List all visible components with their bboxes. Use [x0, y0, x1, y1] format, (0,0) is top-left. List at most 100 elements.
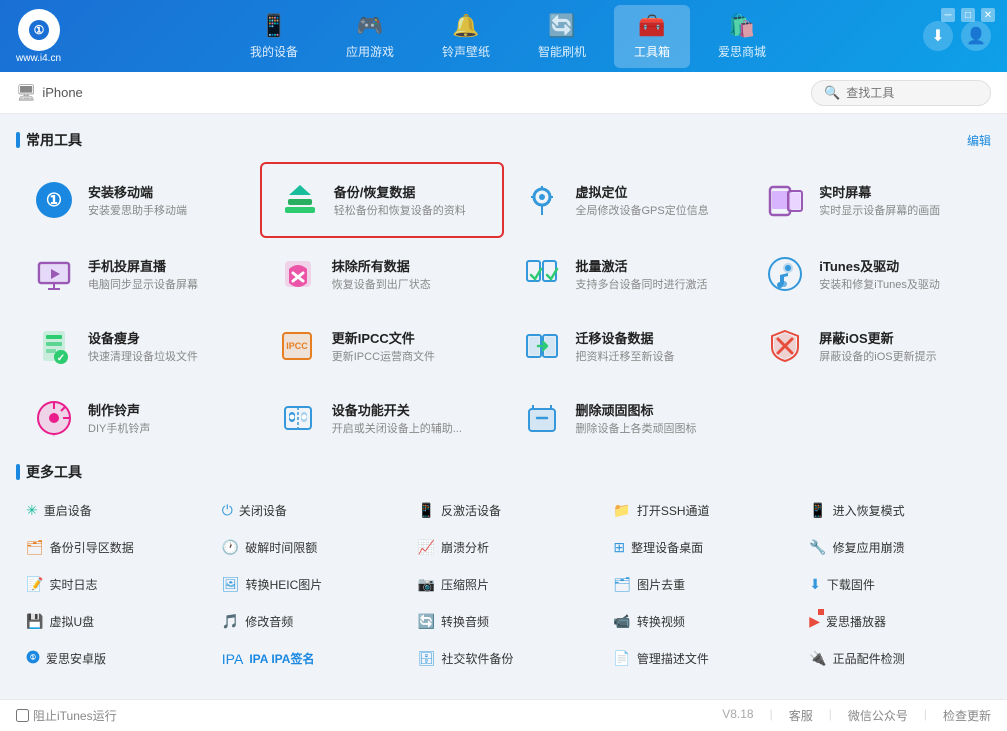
more-tool-dedup[interactable]: 🗂 图片去重	[603, 568, 795, 601]
itunes-checkbox-area[interactable]: 阻止iTunes运行	[16, 707, 117, 724]
tool-slim[interactable]: ✓ 设备瘦身 快速清理设备垃圾文件	[16, 310, 260, 382]
more-tool-profile[interactable]: 📄 管理描述文件	[603, 642, 795, 675]
app-header: ─ □ ✕ ① www.i4.cn 📱 我的设备 🎮 应用游戏	[0, 0, 1007, 72]
more-tool-heic[interactable]: 🖼 转换HEIC图片	[212, 568, 404, 601]
more-tool-break-time[interactable]: 🕐 破解时间限额	[212, 531, 404, 564]
nav-store-icon: 🛍️	[728, 13, 755, 39]
ssh-label: 打开SSH通道	[637, 502, 710, 519]
tool-shield[interactable]: 屏蔽iOS更新 屏蔽设备的iOS更新提示	[747, 310, 991, 382]
nav-apps[interactable]: 🎮 应用游戏	[326, 5, 414, 68]
footer-link-service[interactable]: 客服	[789, 707, 813, 724]
minimize-btn[interactable]: ─	[941, 8, 955, 22]
device-badge: 🖥 iPhone	[16, 83, 83, 103]
more-tool-social[interactable]: 🗄 社交软件备份	[408, 642, 600, 675]
more-tool-android[interactable]: ① 爱思安卓版	[16, 642, 208, 675]
audio-edit-icon: 🎵	[222, 613, 239, 630]
tool-install[interactable]: ① 安装移动端 安装爱思助手移动端	[16, 162, 260, 238]
more-tool-compress[interactable]: 📷 压缩照片	[408, 568, 600, 601]
itunes-checkbox[interactable]	[16, 709, 29, 722]
tool-itunes[interactable]: iTunes及驱动 安装和修复iTunes及驱动	[747, 238, 991, 310]
svg-text:①: ①	[30, 653, 36, 661]
more-tool-audio-edit[interactable]: 🎵 修改音频	[212, 605, 404, 638]
nav-ringtone[interactable]: 🔔 铃声壁纸	[422, 5, 510, 68]
tool-location[interactable]: 虚拟定位 全局修改设备GPS定位信息	[504, 162, 748, 238]
more-tool-vdisk[interactable]: 💾 虚拟U盘	[16, 605, 208, 638]
common-tools-title: 常用工具	[16, 130, 82, 150]
more-tool-reboot[interactable]: ✳ 重启设备	[16, 494, 208, 527]
tool-screen-desc: 实时显示设备屏幕的画面	[819, 204, 940, 218]
tool-ipcc[interactable]: IPCC 更新IPCC文件 更新IPCC运营商文件	[260, 310, 504, 382]
tool-slim-name: 设备瘦身	[88, 328, 198, 347]
main-nav: 📱 我的设备 🎮 应用游戏 🔔 铃声壁纸 🔄 智能刷机 🧰 工具箱 🛍️	[93, 5, 923, 68]
reboot-label: 重启设备	[44, 502, 92, 519]
more-tool-audio-convert[interactable]: 🔄 转换音频	[408, 605, 600, 638]
search-icon: 🔍	[824, 85, 840, 101]
android-label: 爱思安卓版	[46, 650, 106, 667]
user-btn[interactable]: 👤	[961, 21, 991, 51]
tool-slim-icon: ✓	[32, 324, 76, 368]
more-tool-download[interactable]: ⬇ 下载固件	[799, 568, 991, 601]
more-tool-log[interactable]: 📝 实时日志	[16, 568, 208, 601]
audio-convert-label: 转换音频	[441, 613, 489, 630]
tool-mirror-icon	[32, 252, 76, 296]
social-label: 社交软件备份	[441, 650, 513, 667]
tool-delicon-info: 删除顽固图标 删除设备上各类顽固图标	[576, 400, 697, 436]
genuine-icon: 🔌	[809, 650, 826, 667]
more-tool-deactivate[interactable]: 📱 反激活设备	[408, 494, 600, 527]
more-tool-ssh[interactable]: 📁 打开SSH通道	[603, 494, 795, 527]
tool-shield-name: 屏蔽iOS更新	[819, 328, 936, 347]
footer-divider: |	[770, 707, 773, 724]
nav-store-label: 爱思商城	[718, 43, 766, 60]
tool-ringtone-icon: +	[32, 396, 76, 440]
more-tool-genuine[interactable]: 🔌 正品配件检测	[799, 642, 991, 675]
heic-label: 转换HEIC图片	[246, 576, 323, 593]
backup-data-label: 备份引导区数据	[50, 539, 134, 556]
fix-app-icon: 🔧	[809, 539, 826, 556]
tool-itunes-info: iTunes及驱动 安装和修复iTunes及驱动	[819, 256, 940, 292]
tool-activate-desc: 支持多台设备同时进行激活	[576, 278, 708, 292]
tool-ringtone-desc: DIY手机铃声	[88, 422, 150, 436]
tool-mirror[interactable]: 手机投屏直播 电脑同步显示设备屏幕	[16, 238, 260, 310]
search-input[interactable]	[846, 86, 986, 100]
logo-icon: ①	[18, 9, 60, 51]
tool-ipcc-name: 更新IPCC文件	[332, 328, 435, 347]
close-btn[interactable]: ✕	[981, 8, 995, 22]
nav-smartflash-icon: 🔄	[548, 13, 575, 39]
nav-smartflash[interactable]: 🔄 智能刷机	[518, 5, 606, 68]
footer-link-update[interactable]: 检查更新	[943, 707, 991, 724]
tool-install-info: 安装移动端 安装爱思助手移动端	[88, 182, 187, 218]
compress-label: 压缩照片	[441, 576, 489, 593]
dedup-icon: 🗂	[613, 576, 631, 593]
tool-migrate[interactable]: 迁移设备数据 把资料迁移至新设备	[504, 310, 748, 382]
more-tool-fix-app[interactable]: 🔧 修复应用崩溃	[799, 531, 991, 564]
more-tool-ipa-sign[interactable]: IPA IPA IPA签名	[212, 642, 404, 675]
version-badge: V8.18	[722, 707, 753, 724]
tool-screen[interactable]: 实时屏幕 实时显示设备屏幕的画面	[747, 162, 991, 238]
tool-ringtone[interactable]: + 制作铃声 DIY手机铃声	[16, 382, 260, 454]
nav-device-label: 我的设备	[250, 43, 298, 60]
more-tool-backup-data[interactable]: 🗂 备份引导区数据	[16, 531, 208, 564]
tool-backup[interactable]: 备份/恢复数据 轻松备份和恢复设备的资料	[260, 162, 504, 238]
more-tool-player[interactable]: ▶ 爱思播放器	[799, 605, 991, 638]
footer-link-wechat[interactable]: 微信公众号	[848, 707, 908, 724]
tool-migrate-icon	[520, 324, 564, 368]
tool-activate[interactable]: 批量激活 支持多台设备同时进行激活	[504, 238, 748, 310]
maximize-btn[interactable]: □	[961, 8, 975, 22]
main-content: 常用工具 编辑 ① 安装移动端 安装爱思助手移动端	[0, 114, 1007, 699]
nav-toolbox[interactable]: 🧰 工具箱	[614, 5, 690, 68]
tool-delicon[interactable]: 删除顽固图标 删除设备上各类顽固图标	[504, 382, 748, 454]
download-btn[interactable]: ⬇	[923, 21, 953, 51]
tool-erase[interactable]: 抹除所有数据 恢复设备到出厂状态	[260, 238, 504, 310]
nav-device[interactable]: 📱 我的设备	[230, 5, 318, 68]
nav-store[interactable]: 🛍️ 爱思商城	[698, 5, 786, 68]
more-tool-crash[interactable]: 📈 崩溃分析	[408, 531, 600, 564]
more-tool-organize[interactable]: ⊞ 整理设备桌面	[603, 531, 795, 564]
nav-toolbox-icon: 🧰	[638, 13, 665, 39]
more-tool-recovery[interactable]: 📱 进入恢复模式	[799, 494, 991, 527]
tool-funcswitch[interactable]: 设备功能开关 开启或关闭设备上的辅助...	[260, 382, 504, 454]
more-tool-shutdown[interactable]: ⏻ 关闭设备	[212, 494, 404, 527]
tool-install-icon: ①	[32, 178, 76, 222]
search-box: 🔍	[811, 80, 991, 106]
edit-button[interactable]: 编辑	[967, 132, 991, 149]
more-tool-video[interactable]: 📹 转换视频	[603, 605, 795, 638]
